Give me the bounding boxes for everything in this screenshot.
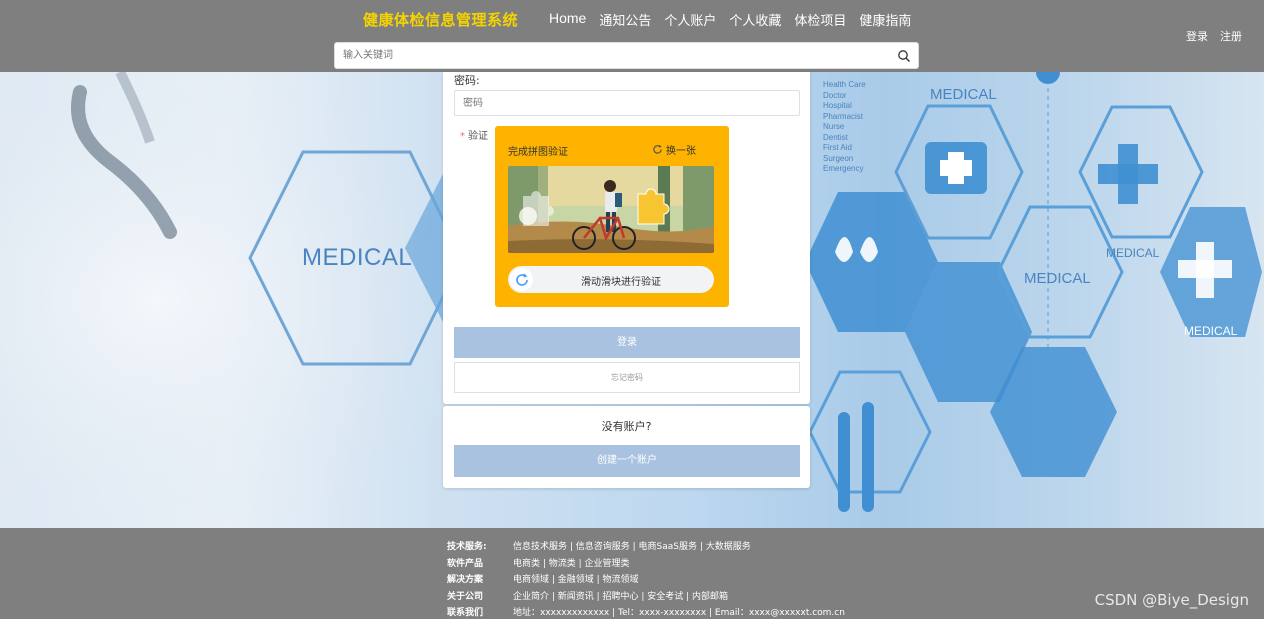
nav-account[interactable]: 个人账户 <box>664 10 716 29</box>
no-account-text: 没有账户? <box>601 420 652 433</box>
nav-notices[interactable]: 通知公告 <box>599 10 651 29</box>
forgot-password-button[interactable]: 忘记密码 <box>454 362 800 393</box>
top-header: 健康体检信息管理系统 Home 通知公告 个人账户 个人收藏 体检项目 健康指南… <box>0 0 1264 72</box>
nav-health-guide[interactable]: 健康指南 <box>859 10 911 29</box>
required-star: * <box>460 131 465 142</box>
hero-medical-text-corner: MEDICAL <box>1184 324 1238 338</box>
login-button[interactable]: 登录 <box>454 327 800 358</box>
hero-word-list: Health Care Doctor Hospital Pharmacist N… <box>823 80 866 173</box>
captcha-slider[interactable]: 滑动滑块进行验证 <box>508 266 714 293</box>
search-icon[interactable] <box>897 49 911 63</box>
nav-checkup-items[interactable]: 体检项目 <box>794 10 846 29</box>
footer-row-about: 关于公司 企业简介 | 新闻资讯 | 招聘中心 | 安全考试 | 内部邮箱 <box>447 592 729 602</box>
refresh-icon <box>653 144 662 154</box>
login-card: 密码: *验证 完成拼图验证 换一张 <box>443 72 810 404</box>
site-brand[interactable]: 健康体检信息管理系统 <box>363 9 518 30</box>
auth-links: 登录 注册 <box>1186 28 1242 44</box>
puzzle-captcha: 完成拼图验证 换一张 滑动滑块进行验证 <box>495 126 729 307</box>
register-link[interactable]: 注册 <box>1220 28 1242 44</box>
search-bar <box>334 42 919 69</box>
footer: 技术服务: 信息技术服务 | 信息咨询服务 | 电商SaaS服务 | 大数据服务… <box>0 528 1264 619</box>
create-account-button[interactable]: 创建一个账户 <box>454 445 800 477</box>
footer-row-tech: 技术服务: 信息技术服务 | 信息咨询服务 | 电商SaaS服务 | 大数据服务 <box>447 542 751 552</box>
password-input[interactable] <box>454 90 800 116</box>
hero-medical-text-left: MEDICAL <box>302 244 413 271</box>
watermark: CSDN @Biye_Design <box>1094 591 1249 609</box>
verify-label: * 验证 <box>460 131 488 142</box>
captcha-title: 完成拼图验证 <box>508 147 568 158</box>
nav-home[interactable]: Home <box>549 10 586 29</box>
footer-row-solutions: 解决方案 电商领域 | 金融领域 | 物流领域 <box>447 575 639 585</box>
hero-medical-text-mid: MEDICAL <box>1024 270 1091 287</box>
login-link[interactable]: 登录 <box>1186 28 1208 44</box>
captcha-refresh-button[interactable]: 换一张 <box>652 142 696 157</box>
footer-row-software: 软件产品 电商类 | 物流类 | 企业管理类 <box>447 559 630 569</box>
nav-favorites[interactable]: 个人收藏 <box>729 10 781 29</box>
hero-medical-text-right: MEDICAL <box>1106 246 1160 260</box>
password-label: 密码: <box>454 74 480 87</box>
footer-row-contact: 联系我们 地址：xxxxxxxxxxxxx | Tel：xxxx-xxxxxxx… <box>447 608 845 618</box>
slider-text: 滑动滑块进行验证 <box>581 277 661 288</box>
register-card: 没有账户? 创建一个账户 <box>443 406 810 488</box>
main-nav: Home 通知公告 个人账户 个人收藏 体检项目 健康指南 <box>549 10 924 29</box>
search-input[interactable] <box>335 43 875 68</box>
captcha-image <box>508 166 714 253</box>
hero-medical-text-top: MEDICAL <box>930 86 997 103</box>
